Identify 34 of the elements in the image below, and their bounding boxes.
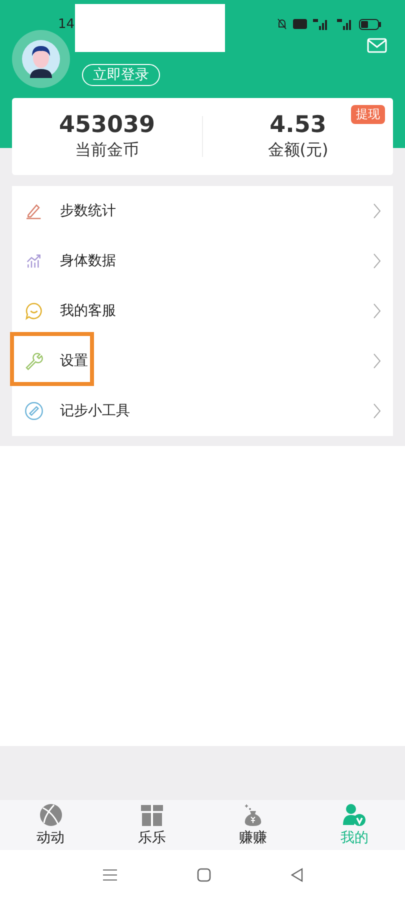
menu-item[interactable]: 设置 [12,336,393,386]
chevron-icon [373,253,381,269]
stat-label: 当前金币 [75,140,139,161]
chevron-icon [373,203,381,219]
menu-item[interactable]: 我的客服 [12,286,393,336]
user-icon [342,803,366,827]
tab[interactable]: 乐乐 [101,800,202,850]
chevron-icon [373,353,381,369]
signal-icon [313,18,329,30]
stat-value: 4.53 [270,112,326,138]
back-icon[interactable] [290,868,302,882]
bell-off-icon [277,18,287,30]
gift-icon [140,803,164,827]
home-icon[interactable] [196,868,210,882]
ruler-icon [24,401,44,421]
stat-label: 金额(元) [268,140,328,161]
avatar[interactable] [22,40,60,78]
battery-icon [359,18,381,30]
wrench-icon [24,351,44,371]
stat-value: 453039 [58,112,156,138]
menu-icon[interactable] [102,869,116,881]
chevron-icon [373,403,381,419]
status-time: 14 [58,16,75,32]
menu-item[interactable]: 步数统计 [12,186,393,236]
chat-icon [24,301,44,321]
tab[interactable]: 赚赚 [202,800,304,850]
tab[interactable]: 动动 [0,800,102,850]
mail-icon[interactable] [367,38,387,53]
signal-icon [335,18,353,30]
ball-icon [38,803,63,827]
chevron-icon [373,303,381,319]
menu-item[interactable]: 身体数据 [12,236,393,286]
hd-icon [293,19,307,29]
menu-item[interactable]: 记步小工具 [12,386,393,436]
